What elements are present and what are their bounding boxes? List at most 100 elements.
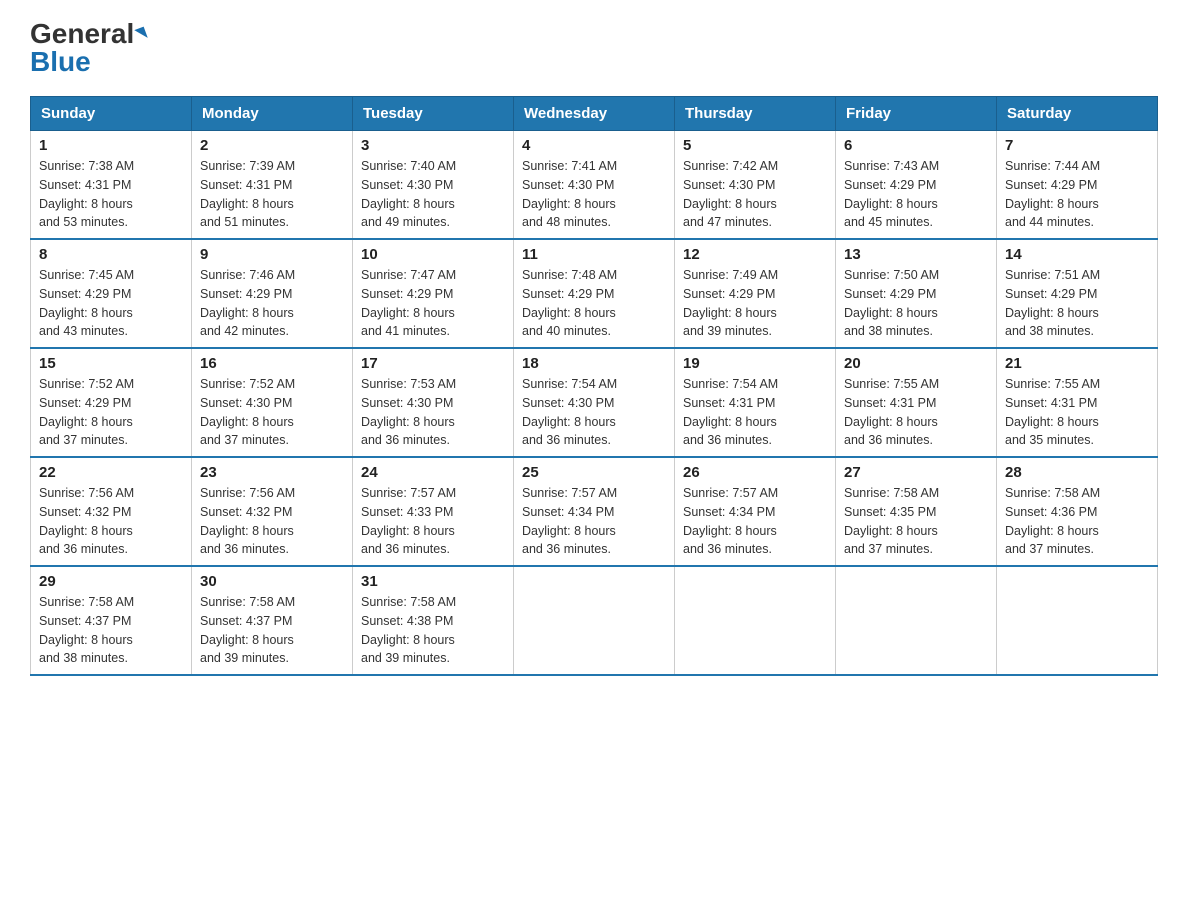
calendar-cell: 22 Sunrise: 7:56 AM Sunset: 4:32 PM Dayl… [31, 457, 192, 566]
weekday-header-friday: Friday [836, 97, 997, 131]
day-info: Sunrise: 7:45 AM Sunset: 4:29 PM Dayligh… [39, 266, 183, 341]
day-info: Sunrise: 7:51 AM Sunset: 4:29 PM Dayligh… [1005, 266, 1149, 341]
day-info: Sunrise: 7:52 AM Sunset: 4:29 PM Dayligh… [39, 375, 183, 450]
day-number: 19 [683, 355, 827, 372]
weekday-header-sunday: Sunday [31, 97, 192, 131]
calendar-cell: 6 Sunrise: 7:43 AM Sunset: 4:29 PM Dayli… [836, 131, 997, 240]
day-number: 6 [844, 137, 988, 154]
day-info: Sunrise: 7:57 AM Sunset: 4:33 PM Dayligh… [361, 484, 505, 559]
calendar-cell: 28 Sunrise: 7:58 AM Sunset: 4:36 PM Dayl… [997, 457, 1158, 566]
day-number: 1 [39, 137, 183, 154]
day-info: Sunrise: 7:55 AM Sunset: 4:31 PM Dayligh… [844, 375, 988, 450]
logo: General Blue [30, 20, 146, 76]
calendar-cell: 25 Sunrise: 7:57 AM Sunset: 4:34 PM Dayl… [514, 457, 675, 566]
week-row-4: 22 Sunrise: 7:56 AM Sunset: 4:32 PM Dayl… [31, 457, 1158, 566]
day-info: Sunrise: 7:57 AM Sunset: 4:34 PM Dayligh… [683, 484, 827, 559]
calendar-cell: 15 Sunrise: 7:52 AM Sunset: 4:29 PM Dayl… [31, 348, 192, 457]
day-info: Sunrise: 7:49 AM Sunset: 4:29 PM Dayligh… [683, 266, 827, 341]
day-number: 7 [1005, 137, 1149, 154]
calendar-cell: 11 Sunrise: 7:48 AM Sunset: 4:29 PM Dayl… [514, 239, 675, 348]
calendar-cell [836, 566, 997, 675]
day-number: 5 [683, 137, 827, 154]
weekday-header-thursday: Thursday [675, 97, 836, 131]
day-info: Sunrise: 7:58 AM Sunset: 4:36 PM Dayligh… [1005, 484, 1149, 559]
day-number: 9 [200, 246, 344, 263]
week-row-2: 8 Sunrise: 7:45 AM Sunset: 4:29 PM Dayli… [31, 239, 1158, 348]
day-number: 12 [683, 246, 827, 263]
day-info: Sunrise: 7:47 AM Sunset: 4:29 PM Dayligh… [361, 266, 505, 341]
weekday-header-monday: Monday [192, 97, 353, 131]
day-number: 24 [361, 464, 505, 481]
day-number: 15 [39, 355, 183, 372]
header: General Blue [30, 20, 1158, 76]
day-info: Sunrise: 7:54 AM Sunset: 4:30 PM Dayligh… [522, 375, 666, 450]
day-info: Sunrise: 7:58 AM Sunset: 4:37 PM Dayligh… [39, 593, 183, 668]
calendar-cell: 14 Sunrise: 7:51 AM Sunset: 4:29 PM Dayl… [997, 239, 1158, 348]
calendar-cell [514, 566, 675, 675]
day-number: 10 [361, 246, 505, 263]
calendar-cell: 21 Sunrise: 7:55 AM Sunset: 4:31 PM Dayl… [997, 348, 1158, 457]
day-number: 25 [522, 464, 666, 481]
day-number: 20 [844, 355, 988, 372]
day-info: Sunrise: 7:52 AM Sunset: 4:30 PM Dayligh… [200, 375, 344, 450]
day-number: 16 [200, 355, 344, 372]
header-row: SundayMondayTuesdayWednesdayThursdayFrid… [31, 97, 1158, 131]
calendar-cell: 5 Sunrise: 7:42 AM Sunset: 4:30 PM Dayli… [675, 131, 836, 240]
calendar-cell: 12 Sunrise: 7:49 AM Sunset: 4:29 PM Dayl… [675, 239, 836, 348]
day-info: Sunrise: 7:44 AM Sunset: 4:29 PM Dayligh… [1005, 157, 1149, 232]
calendar-cell: 10 Sunrise: 7:47 AM Sunset: 4:29 PM Dayl… [353, 239, 514, 348]
day-number: 31 [361, 573, 505, 590]
calendar-cell: 19 Sunrise: 7:54 AM Sunset: 4:31 PM Dayl… [675, 348, 836, 457]
day-number: 17 [361, 355, 505, 372]
calendar-cell: 29 Sunrise: 7:58 AM Sunset: 4:37 PM Dayl… [31, 566, 192, 675]
weekday-header-wednesday: Wednesday [514, 97, 675, 131]
day-number: 18 [522, 355, 666, 372]
logo-blue-text: Blue [30, 46, 91, 77]
weekday-header-saturday: Saturday [997, 97, 1158, 131]
calendar-table: SundayMondayTuesdayWednesdayThursdayFrid… [30, 96, 1158, 676]
calendar-cell: 7 Sunrise: 7:44 AM Sunset: 4:29 PM Dayli… [997, 131, 1158, 240]
calendar-cell: 31 Sunrise: 7:58 AM Sunset: 4:38 PM Dayl… [353, 566, 514, 675]
day-number: 29 [39, 573, 183, 590]
day-info: Sunrise: 7:50 AM Sunset: 4:29 PM Dayligh… [844, 266, 988, 341]
calendar-cell: 3 Sunrise: 7:40 AM Sunset: 4:30 PM Dayli… [353, 131, 514, 240]
calendar-cell: 4 Sunrise: 7:41 AM Sunset: 4:30 PM Dayli… [514, 131, 675, 240]
day-info: Sunrise: 7:58 AM Sunset: 4:38 PM Dayligh… [361, 593, 505, 668]
day-number: 30 [200, 573, 344, 590]
week-row-5: 29 Sunrise: 7:58 AM Sunset: 4:37 PM Dayl… [31, 566, 1158, 675]
calendar-cell: 8 Sunrise: 7:45 AM Sunset: 4:29 PM Dayli… [31, 239, 192, 348]
day-info: Sunrise: 7:55 AM Sunset: 4:31 PM Dayligh… [1005, 375, 1149, 450]
calendar-cell: 30 Sunrise: 7:58 AM Sunset: 4:37 PM Dayl… [192, 566, 353, 675]
calendar-cell [675, 566, 836, 675]
day-number: 13 [844, 246, 988, 263]
day-info: Sunrise: 7:58 AM Sunset: 4:37 PM Dayligh… [200, 593, 344, 668]
week-row-3: 15 Sunrise: 7:52 AM Sunset: 4:29 PM Dayl… [31, 348, 1158, 457]
day-number: 4 [522, 137, 666, 154]
calendar-cell: 9 Sunrise: 7:46 AM Sunset: 4:29 PM Dayli… [192, 239, 353, 348]
day-info: Sunrise: 7:39 AM Sunset: 4:31 PM Dayligh… [200, 157, 344, 232]
day-info: Sunrise: 7:41 AM Sunset: 4:30 PM Dayligh… [522, 157, 666, 232]
calendar-cell: 13 Sunrise: 7:50 AM Sunset: 4:29 PM Dayl… [836, 239, 997, 348]
day-number: 22 [39, 464, 183, 481]
day-number: 8 [39, 246, 183, 263]
day-info: Sunrise: 7:56 AM Sunset: 4:32 PM Dayligh… [39, 484, 183, 559]
day-info: Sunrise: 7:57 AM Sunset: 4:34 PM Dayligh… [522, 484, 666, 559]
logo-general-text: General [30, 20, 134, 48]
day-number: 2 [200, 137, 344, 154]
calendar-cell: 2 Sunrise: 7:39 AM Sunset: 4:31 PM Dayli… [192, 131, 353, 240]
day-info: Sunrise: 7:46 AM Sunset: 4:29 PM Dayligh… [200, 266, 344, 341]
day-info: Sunrise: 7:58 AM Sunset: 4:35 PM Dayligh… [844, 484, 988, 559]
calendar-cell: 18 Sunrise: 7:54 AM Sunset: 4:30 PM Dayl… [514, 348, 675, 457]
day-number: 26 [683, 464, 827, 481]
calendar-cell: 17 Sunrise: 7:53 AM Sunset: 4:30 PM Dayl… [353, 348, 514, 457]
calendar-cell: 20 Sunrise: 7:55 AM Sunset: 4:31 PM Dayl… [836, 348, 997, 457]
day-info: Sunrise: 7:42 AM Sunset: 4:30 PM Dayligh… [683, 157, 827, 232]
day-info: Sunrise: 7:43 AM Sunset: 4:29 PM Dayligh… [844, 157, 988, 232]
logo-triangle-icon [135, 27, 149, 42]
calendar-cell: 16 Sunrise: 7:52 AM Sunset: 4:30 PM Dayl… [192, 348, 353, 457]
day-info: Sunrise: 7:48 AM Sunset: 4:29 PM Dayligh… [522, 266, 666, 341]
calendar-cell: 1 Sunrise: 7:38 AM Sunset: 4:31 PM Dayli… [31, 131, 192, 240]
day-number: 23 [200, 464, 344, 481]
weekday-header-tuesday: Tuesday [353, 97, 514, 131]
day-info: Sunrise: 7:56 AM Sunset: 4:32 PM Dayligh… [200, 484, 344, 559]
